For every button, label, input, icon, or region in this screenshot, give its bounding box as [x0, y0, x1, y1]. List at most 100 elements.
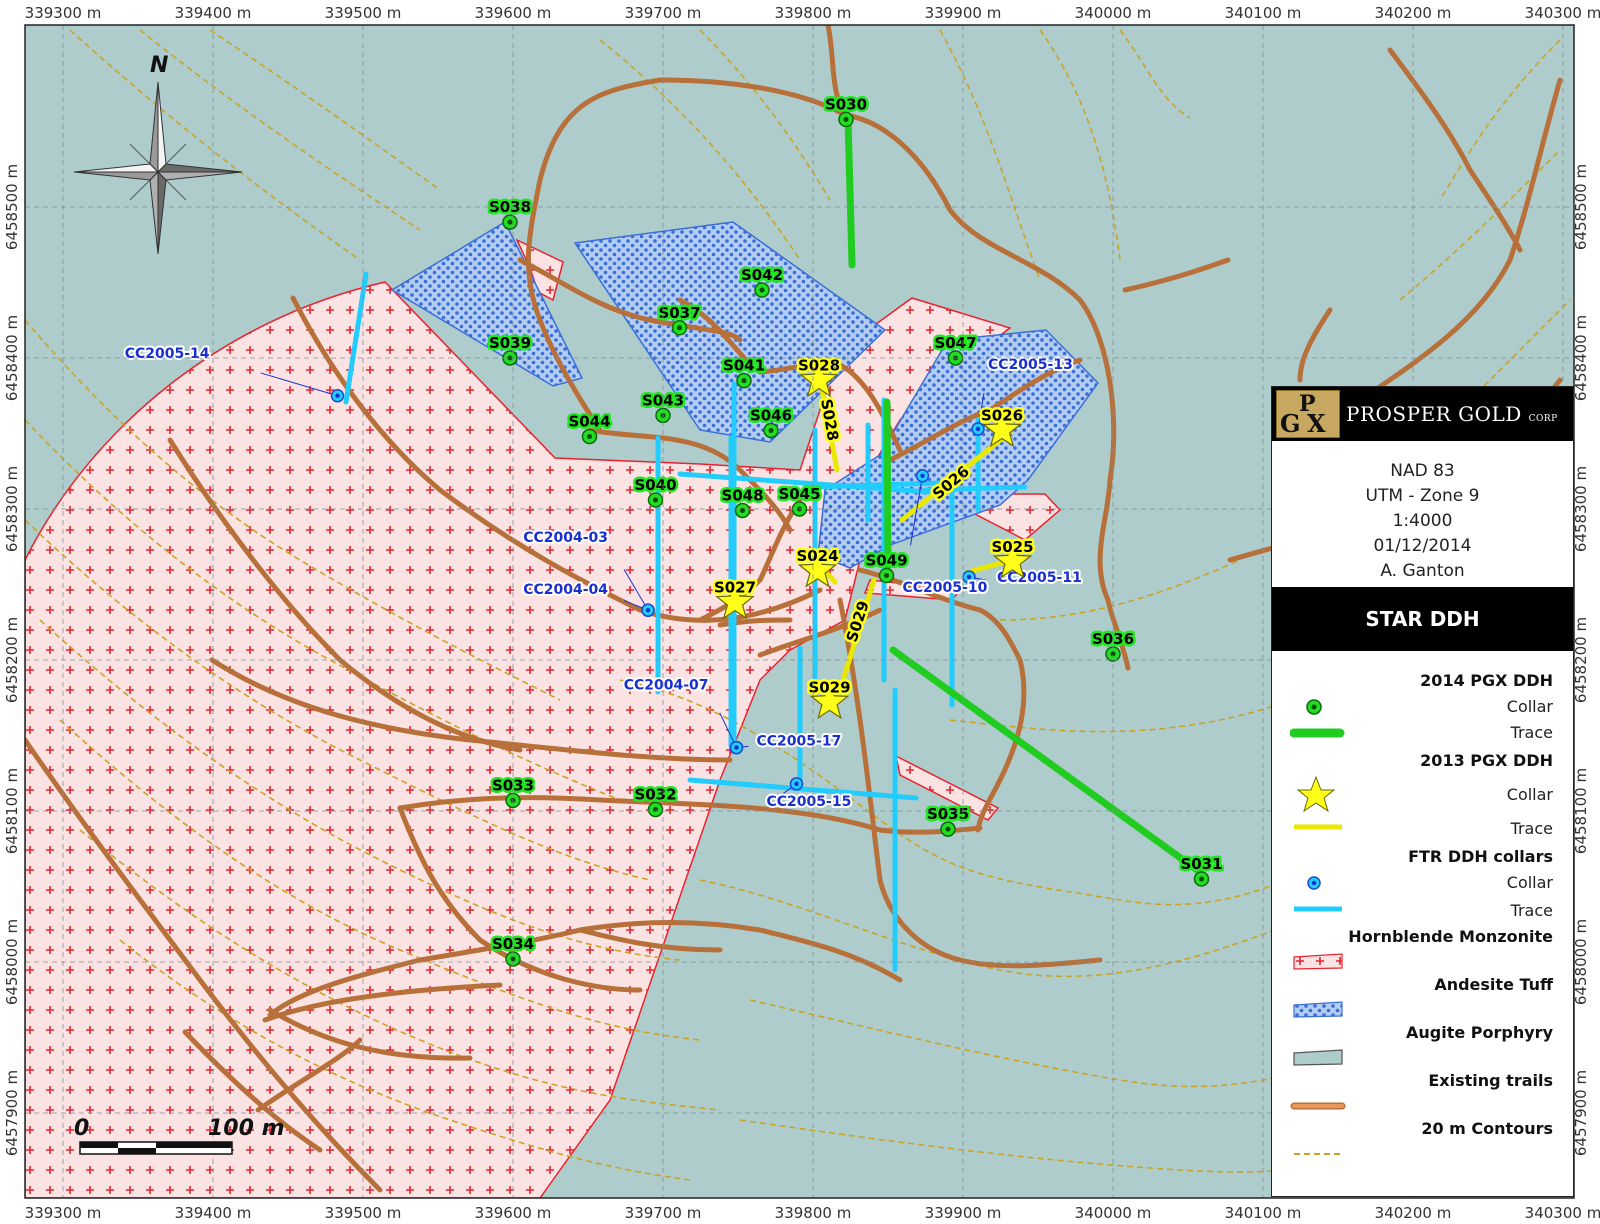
pgx-2014-collar-dot: [510, 956, 516, 962]
x-tick-label-top: 339500 m: [325, 4, 402, 22]
x-tick-labels-top: 339300 m 339400 m 339500 m 339600 m 339700 m…: [25, 4, 1600, 22]
datum-text: NAD 83: [1390, 461, 1455, 481]
pgx-2014-collar-dot: [768, 427, 774, 433]
pgx-2014-collar-label: S045: [778, 485, 820, 503]
pgx-2014-collar-dot: [759, 287, 765, 293]
pgx-2014-collar-label: S042: [741, 266, 783, 284]
pgx-2014-collar-dot: [843, 116, 849, 122]
pgx-2014-collar-dot: [1199, 876, 1204, 882]
legend-trace-ftr: Trace: [1510, 901, 1553, 920]
legend-panel: P G X PROSPER GOLD CORP NAD 83 UTM - Zon…: [1271, 386, 1574, 1197]
legend-trace-2013-icon: [1294, 824, 1342, 830]
pgx-2014-collar-label: S047: [934, 334, 976, 352]
y-tick-label-left: 6458300 m: [3, 466, 21, 552]
pgx-2014-collar-label: S040: [634, 476, 676, 494]
ftr-collar-dot: [335, 393, 340, 398]
legend-collar-2013: Collar: [1506, 785, 1553, 804]
legend-trace-2013: Trace: [1510, 819, 1553, 838]
legend-collar-2013-icon: [1296, 775, 1336, 813]
pgx-2014-collar-label: S048: [721, 487, 763, 505]
pgx-2013-collar-label: S029: [808, 678, 850, 696]
legend-items: 2014 PGX DDH Collar Trace 2013 PGX DDH C…: [1272, 651, 1573, 1196]
ftr-collar-label: CC2004-07: [624, 678, 709, 694]
legend-trace-2014-icon: [1290, 728, 1345, 738]
legend-hornblende-icon: [1293, 953, 1343, 970]
x-tick-label-top: 339700 m: [625, 4, 702, 22]
company-name: PROSPER GOLD CORP: [1346, 402, 1558, 426]
x-tick-label-bottom: 339500 m: [325, 1204, 402, 1222]
author-text: A. Ganton: [1380, 561, 1465, 581]
pgx-2014-collar-dot: [653, 497, 658, 503]
pgx-2014-collar-label: S037: [658, 304, 700, 322]
pgx-2014-collar-label: S030: [825, 95, 867, 113]
date-text: 01/12/2014: [1373, 536, 1472, 556]
ftr-collar-label: CC2004-04: [523, 582, 608, 598]
legend-heading-ftr: FTR DDH collars: [1408, 847, 1553, 866]
pgx-2013-collar-label: S028: [798, 357, 840, 375]
ftr-collar-label: CC2005-13: [988, 357, 1073, 373]
ftr-collar-label: CC2004-03: [523, 530, 608, 546]
x-tick-label-top: 340200 m: [1375, 4, 1452, 22]
x-tick-label-bottom: 340100 m: [1225, 1204, 1302, 1222]
logo-letter-x: X: [1307, 409, 1326, 438]
y-tick-label-left: 6458400 m: [3, 315, 21, 401]
map-metadata: NAD 83 UTM - Zone 9 1:4000 01/12/2014 A.…: [1272, 441, 1573, 587]
pgx-2013-collar-label: S025: [991, 538, 1033, 556]
pgx-2014-collar-label: S046: [750, 406, 792, 424]
y-tick-label-left: 6458000 m: [3, 919, 21, 1005]
y-tick-label-left: 6457900 m: [3, 1070, 21, 1156]
x-tick-label-bottom: 339300 m: [25, 1204, 102, 1222]
company-banner: P G X PROSPER GOLD CORP: [1272, 387, 1573, 441]
north-label: N: [150, 53, 168, 78]
x-tick-label-bottom: 340000 m: [1075, 1204, 1152, 1222]
pgx-2014-collar-dot: [741, 378, 747, 384]
legend-collar-ftr-icon: [1307, 876, 1321, 890]
scale-end: 100 m: [208, 1116, 285, 1141]
pgx-2014-collar-label: S032: [634, 785, 676, 803]
legend-heading-2013: 2013 PGX DDH: [1420, 751, 1553, 770]
ftr-collar-dot: [920, 473, 925, 478]
x-tick-label-top: 339900 m: [925, 4, 1002, 22]
legend-trace-ftr-icon: [1294, 906, 1342, 912]
x-tick-label-top: 339300 m: [25, 4, 102, 22]
y-tick-label-left: 6458200 m: [3, 617, 21, 703]
ftr-collar-dot: [966, 574, 972, 580]
legend-trails-label: Existing trails: [1428, 1071, 1553, 1090]
pgx-2013-collar-label: S027: [714, 579, 756, 597]
x-tick-label-top: 339400 m: [175, 4, 252, 22]
pgx-2014-collar-dot: [507, 219, 513, 225]
legend-contours-label: 20 m Contours: [1421, 1119, 1553, 1138]
legend-augite-label: Augite Porphyry: [1406, 1023, 1553, 1042]
projection-text: UTM - Zone 9: [1365, 486, 1480, 506]
scale-zero: 0: [74, 1116, 89, 1141]
pgx-2013-collar-label: S026: [981, 406, 1023, 424]
pgx-2014-collar-label: S041: [723, 357, 765, 375]
ftr-collar-dot: [794, 781, 799, 787]
ftr-collar-dot: [975, 426, 981, 432]
legend-andesite-icon: [1293, 1001, 1343, 1018]
x-tick-labels-bottom: 339300 m 339400 m 339500 m 339600 m 339700 m…: [25, 1204, 1600, 1222]
map-title: STAR DDH: [1272, 587, 1573, 651]
pgx-2014-collar-label: S031: [1180, 855, 1222, 873]
pgx-2014-collar-label: S039: [489, 334, 531, 352]
pgx-2014-collar-dot: [945, 826, 951, 832]
x-tick-label-top: 340100 m: [1225, 4, 1302, 22]
pgx-2013-collar-label: S024: [796, 547, 838, 565]
y-tick-label-left: 6458500 m: [3, 164, 21, 250]
pgx-2014-collar-dot: [587, 434, 592, 440]
legend-trace-2014: Trace: [1510, 723, 1553, 742]
legend-augite-icon: [1293, 1049, 1343, 1066]
ftr-collar-label: CC2005-14: [125, 346, 210, 362]
pgx-2014-collar-label: S049: [865, 551, 907, 569]
pgx-2014-collar-label: S044: [568, 413, 610, 431]
legend-hornblende-label: Hornblende Monzonite: [1348, 927, 1553, 946]
x-tick-label-bottom: 340300 m: [1525, 1204, 1600, 1222]
legend-trails-icon: [1290, 1102, 1346, 1110]
x-tick-label-bottom: 339400 m: [175, 1204, 252, 1222]
x-tick-label-top: 339600 m: [475, 4, 552, 22]
legend-andesite-label: Andesite Tuff: [1434, 975, 1553, 994]
pgx-2014-collar-dot: [884, 572, 889, 578]
scale-text: 1:4000: [1392, 511, 1453, 531]
ftr-collar-label: CC2005-10: [903, 580, 988, 596]
company-logo: P G X: [1276, 390, 1340, 438]
